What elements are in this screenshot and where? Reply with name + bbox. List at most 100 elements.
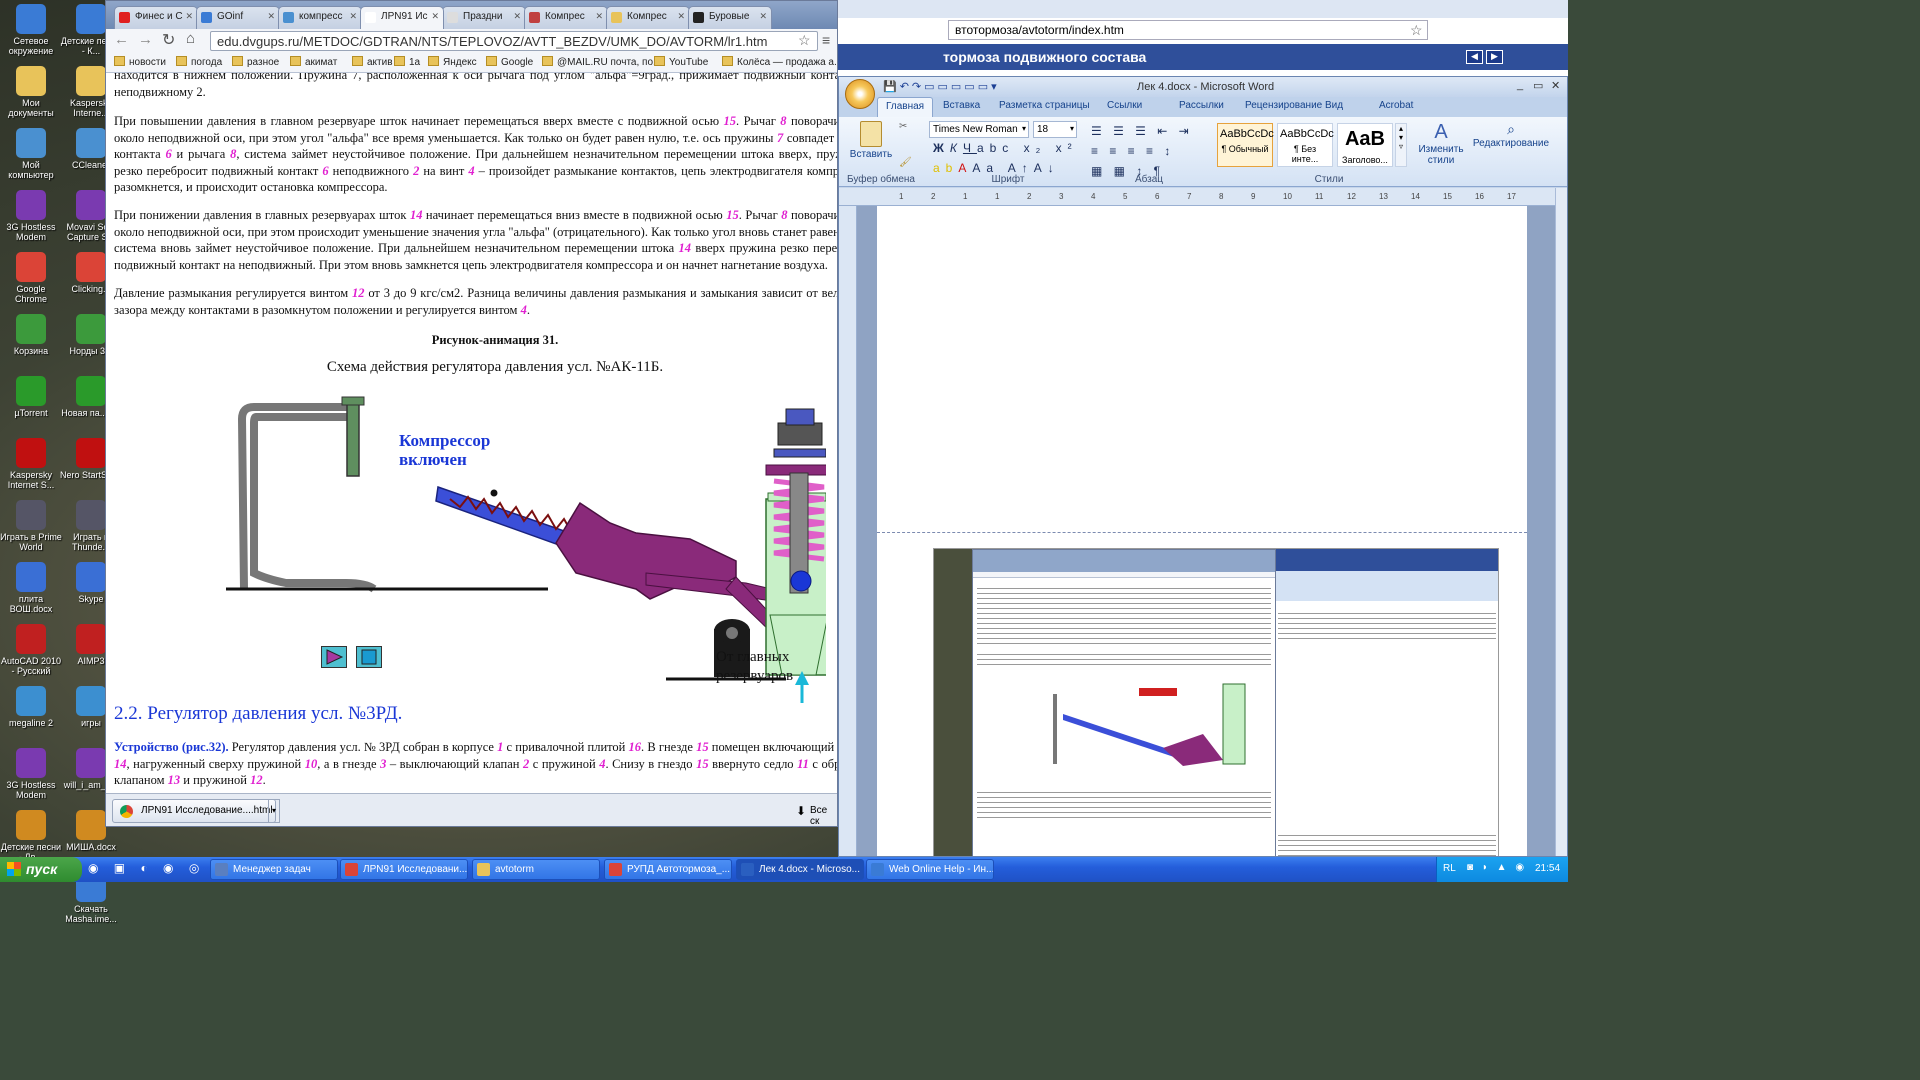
- pasted-screenshot-image[interactable]: [933, 548, 1499, 856]
- style-preview: AaBbCcDc: [1280, 128, 1334, 140]
- ribbon-tab[interactable]: Вставка: [943, 100, 980, 111]
- prev-page-button[interactable]: ◀: [1466, 50, 1483, 64]
- editing-button[interactable]: ⌕ Редактирование: [1461, 121, 1561, 149]
- paste-button[interactable]: Вставить: [845, 121, 897, 169]
- star-icon[interactable]: ☆: [1410, 22, 1423, 39]
- bookmarks-bar: новости погода разное акимат актив 1a Яндекс Go…: [106, 53, 837, 73]
- quicklaunch-icons[interactable]: ◉ ▣ ◐ ◉ ◎: [88, 861, 205, 875]
- desktop-icon-left-12[interactable]: 3G Hostless Modem: [0, 748, 62, 800]
- bookmark-item[interactable]: Яндекс: [428, 56, 477, 68]
- bookmark-item[interactable]: 1a: [394, 56, 420, 68]
- browser-tab[interactable]: ЛРN91 Ис ✕: [360, 6, 444, 29]
- reload-icon[interactable]: ↻: [162, 30, 175, 50]
- tab-close-icon[interactable]: ✕: [185, 11, 193, 22]
- ribbon-tab[interactable]: Рассылки: [1179, 100, 1224, 111]
- download-menu-button[interactable]: ▾: [268, 799, 280, 823]
- ribbon-tab[interactable]: Рецензирование: [1245, 100, 1322, 111]
- play-button[interactable]: [321, 646, 347, 668]
- browser-tab[interactable]: Компрес ✕: [524, 6, 608, 29]
- tab-close-icon[interactable]: ✕: [595, 11, 603, 22]
- bookmark-item[interactable]: Колёса — продажа а...: [722, 56, 837, 68]
- maximize-icon[interactable]: ▭: [1533, 79, 1543, 92]
- horizontal-ruler[interactable]: 1 2 1 1 2 3 4 5 6 7 8 9 10 11 12 13 14 15 16 17: [839, 188, 1567, 206]
- quick-access-icons[interactable]: 💾↶↷▭▭▭▭▭▾: [883, 80, 1000, 93]
- ribbon-tab[interactable]: Разметка страницы: [999, 100, 1090, 111]
- taskbar-item[interactable]: avtotorm: [472, 859, 600, 880]
- tab-close-icon[interactable]: ✕: [513, 11, 521, 22]
- minimize-icon[interactable]: _: [1517, 79, 1523, 91]
- ribbon-tab[interactable]: Acrobat: [1379, 100, 1413, 111]
- font-name-select[interactable]: Times New Roman ▾: [929, 121, 1029, 138]
- bookmark-item[interactable]: акимат: [290, 56, 337, 68]
- browser-tab[interactable]: Компрес ✕: [606, 6, 690, 29]
- address-bar[interactable]: edu.dvgups.ru/METDOC/GDTRAN/NTS/TEPLOVOZ…: [210, 31, 818, 51]
- tab-favicon-icon: [611, 12, 622, 23]
- cut-icon[interactable]: ✂: [899, 121, 907, 132]
- taskbar-item[interactable]: РУПД Автотормоза_...: [604, 859, 732, 880]
- back-icon[interactable]: ←: [114, 31, 129, 48]
- desktop-icon-left-3[interactable]: 3G Hostless Modem: [0, 190, 62, 242]
- tray-icons[interactable]: ◙ ◗ ▲ ◉: [1467, 862, 1527, 873]
- taskbar-item[interactable]: Менеджер задач: [210, 859, 338, 880]
- forward-icon[interactable]: →: [138, 31, 153, 48]
- browser-tab[interactable]: Финес и С ✕: [114, 6, 198, 29]
- bookmark-item[interactable]: YouTube: [654, 56, 708, 68]
- tab-close-icon[interactable]: ✕: [267, 11, 275, 22]
- styles-scroll[interactable]: ▴ ▾ ▿: [1395, 123, 1407, 167]
- desktop-icon-left-8[interactable]: Играть в Prime World: [0, 500, 62, 552]
- tab-close-icon[interactable]: ✕: [677, 11, 685, 22]
- ribbon-tab[interactable]: Ссылки: [1107, 100, 1142, 111]
- font-size-select[interactable]: 18 ▾: [1033, 121, 1077, 138]
- desktop-icon-left-7[interactable]: Kaspersky Internet S...: [0, 438, 62, 490]
- download-item[interactable]: ЛРN91 Исследование....html: [112, 799, 276, 823]
- bookmark-item[interactable]: актив: [352, 56, 393, 68]
- document-page[interactable]: [877, 206, 1527, 856]
- style-option[interactable]: AaBbCcDc ¶ Обычный: [1217, 123, 1274, 167]
- desktop-icon-left-10[interactable]: AutoCAD 2010 - Русский: [0, 624, 62, 676]
- ribbon-tab[interactable]: Вид: [1325, 100, 1343, 111]
- browser-tab[interactable]: компресс ✕: [278, 6, 362, 29]
- home-icon[interactable]: ⌂: [186, 30, 195, 47]
- desktop-icon-left-4[interactable]: Google Chrome: [0, 252, 62, 304]
- language-indicator[interactable]: RL: [1443, 863, 1456, 874]
- desktop-icon-left-5[interactable]: Корзина: [0, 314, 62, 356]
- bookmark-star-icon[interactable]: ☆: [798, 32, 811, 49]
- desktop-icon-left-0[interactable]: Сетевое окружение: [0, 4, 62, 56]
- paragraph-buttons[interactable]: ☰ ☰ ☰ ⇤ ⇥ ≡ ≡ ≡ ≡ ↕ ▦ ▦ ↕ ¶: [1091, 121, 1211, 181]
- stop-button[interactable]: [356, 646, 382, 668]
- tab-close-icon[interactable]: ✕: [759, 11, 767, 22]
- background-address-bar[interactable]: втотормоза/avtotorm/index.htm: [948, 20, 1428, 40]
- desktop-icon-left-2[interactable]: Мой компьютер: [0, 128, 62, 180]
- taskbar-item[interactable]: Лек 4.docx - Microso...: [736, 859, 864, 880]
- ribbon-tab[interactable]: Главная: [877, 97, 934, 117]
- office-button[interactable]: [845, 79, 875, 109]
- tab-close-icon[interactable]: ✕: [349, 11, 357, 22]
- show-all-downloads[interactable]: Все ск: [810, 805, 837, 826]
- vertical-scrollbar[interactable]: [1555, 188, 1567, 856]
- bookmark-item[interactable]: Google: [486, 56, 533, 68]
- style-option[interactable]: AaB Заголово...: [1337, 123, 1393, 167]
- bookmark-item[interactable]: погода: [176, 56, 222, 68]
- bookmark-item[interactable]: @MAIL.RU почта, по...: [542, 56, 661, 68]
- next-page-button[interactable]: ▶: [1486, 50, 1503, 64]
- browser-tab[interactable]: Буровые ✕: [688, 6, 772, 29]
- font-color-buttons[interactable]: abAAa A↑A↓: [933, 161, 1060, 175]
- style-option[interactable]: AaBbCcDc ¶ Без инте...: [1277, 123, 1334, 167]
- desktop-icon-left-9[interactable]: плита ВОШ.docx: [0, 562, 62, 614]
- bookmark-item[interactable]: разное: [232, 56, 279, 68]
- menu-icon[interactable]: ≡: [822, 32, 830, 48]
- taskbar-item[interactable]: Web Online Help - Ин...: [866, 859, 994, 880]
- desktop-icon-left-1[interactable]: Мои документы: [0, 66, 62, 118]
- bookmark-item[interactable]: новости: [114, 56, 166, 68]
- start-button[interactable]: пуск: [0, 857, 82, 882]
- taskbar-item[interactable]: ЛРN91 Исследовани...: [340, 859, 468, 880]
- font-format-buttons[interactable]: ЖКЧabc x₂ x²: [933, 141, 1078, 155]
- desktop-icon-left-13[interactable]: Детские песни - Дв...: [0, 810, 62, 862]
- browser-tab[interactable]: Праздни ✕: [442, 6, 526, 29]
- tab-close-icon[interactable]: ✕: [431, 11, 439, 22]
- browser-tab[interactable]: GOinf ✕: [196, 6, 280, 29]
- desktop-icon-left-6[interactable]: µTorrent: [0, 376, 62, 418]
- format-painter-icon[interactable]: 🖌: [899, 157, 912, 168]
- close-icon[interactable]: ✕: [1551, 79, 1560, 92]
- desktop-icon-left-11[interactable]: megaline 2: [0, 686, 62, 728]
